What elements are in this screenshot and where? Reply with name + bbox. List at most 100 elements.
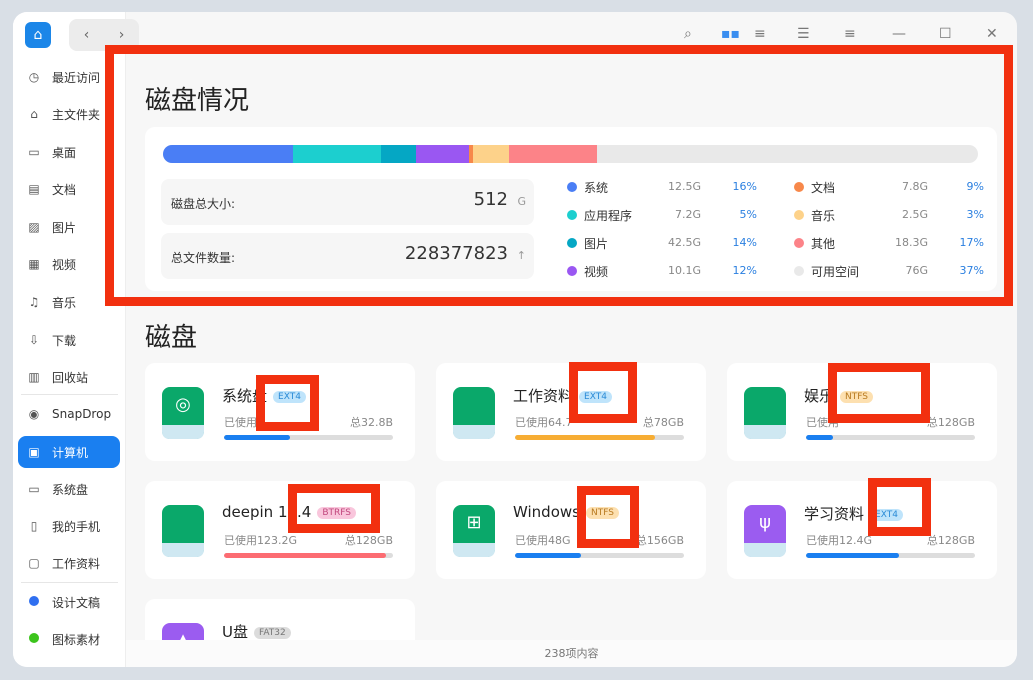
disk-card[interactable]: ψ 学习资料 EXT4 已使用12.4G 总128GB — [727, 481, 997, 579]
disk-total: 总128GB — [344, 534, 393, 547]
sidebar-item[interactable]: ▣ 计算机 — [18, 436, 120, 468]
total-size-box: 磁盘总大小: 512 G — [161, 179, 534, 225]
disk-name: deepin 15.4 — [222, 503, 312, 521]
arrow-up-icon: ↑ — [516, 249, 526, 262]
disk-name: 工作资料 — [513, 387, 574, 405]
total-size-value: 512 — [473, 189, 508, 210]
legend-item: 应用程序 7.2G 5% — [567, 207, 757, 223]
filesystem-badge: BTRFS — [317, 506, 357, 519]
sidebar-item[interactable]: ▯ 我的手机 — [18, 510, 120, 542]
disk-card[interactable]: 娱乐 NTFS 已使用 总128GB — [727, 363, 997, 461]
close-icon[interactable]: ✕ — [986, 26, 998, 42]
usage-segment — [473, 145, 510, 163]
usage-segment — [380, 145, 416, 163]
usage-segment — [293, 145, 381, 163]
search-icon[interactable]: ⌕ — [684, 26, 692, 42]
disk-total: 总156GB — [635, 534, 684, 547]
status-bar: 238项内容 — [126, 640, 1017, 667]
disk-card[interactable]: ⊞ Windows NTFS 已使用48G 总156GB — [436, 481, 706, 579]
sidebar-item[interactable]: ▤ 文档 — [18, 173, 120, 205]
back-button[interactable]: ‹ — [84, 27, 90, 43]
disk-used: 已使用48G — [515, 534, 571, 547]
legend-name: 系统 — [584, 181, 609, 195]
tree-view-icon[interactable]: ☰ — [797, 26, 810, 42]
sidebar-icon: ▢ — [28, 556, 40, 570]
legend-item: 文档 7.8G 9% — [794, 179, 984, 195]
nav-buttons: ‹ › — [69, 19, 139, 51]
disk-card[interactable]: 工作资料 EXT4 已使用64.7 总78GB — [436, 363, 706, 461]
legend-name: 图片 — [584, 237, 609, 251]
disk-card[interactable]: deepin 15.4 BTRFS 已使用123.2G 总128GB — [145, 481, 415, 579]
deepin-logo-icon: ◎ — [162, 387, 204, 439]
icon-view-icon[interactable]: ▪▪ — [721, 26, 740, 42]
legend-size: 76G — [905, 264, 928, 277]
file-count-label: 总文件数量: — [171, 251, 236, 265]
sidebar-item[interactable]: 图标素材 — [18, 623, 120, 655]
windows-logo-icon: ⊞ — [453, 505, 495, 557]
disk-usage-bar — [515, 553, 684, 558]
sidebar-item[interactable]: 设计文稿 — [18, 586, 120, 618]
sidebar-item-label: 系统盘 — [52, 482, 89, 497]
legend-item: 视频 10.1G 12% — [567, 263, 757, 279]
disk-card[interactable]: ◎ 系统盘 EXT4 已使用 总32.8B — [145, 363, 415, 461]
file-count-box: 总文件数量: 228377823 ↑ — [161, 233, 534, 279]
legend-size: 10.1G — [667, 264, 701, 277]
legend-size: 12.5G — [667, 180, 701, 193]
disk-usage-bar — [224, 435, 393, 440]
tag-dot-icon — [26, 632, 42, 646]
sidebar-item-label: 图片 — [52, 220, 77, 235]
legend-item: 图片 42.5G 14% — [567, 235, 757, 251]
filesystem-badge: NTFS — [585, 506, 619, 519]
disk-name: Windows — [513, 503, 580, 521]
legend-percent: 17% — [959, 236, 984, 249]
legend-dot-icon — [567, 210, 577, 220]
sidebar-item-label: 音乐 — [52, 295, 77, 310]
item-count: 238项内容 — [544, 647, 599, 660]
sidebar-item[interactable]: ▢ 工作资料 — [18, 547, 120, 579]
disk-usage-bar — [806, 553, 975, 558]
disk-used: 已使用123.2G — [224, 534, 298, 547]
sidebar-icon: ◷ — [28, 70, 40, 84]
usage-bar — [163, 145, 978, 163]
disk-total: 总32.8B — [349, 416, 393, 429]
sidebar-item[interactable]: ▨ 图片 — [18, 211, 120, 243]
sidebar-item[interactable]: ◷ 最近访问 — [18, 61, 120, 93]
legend-percent: 5% — [739, 208, 757, 221]
sidebar-item-label: 回收站 — [52, 370, 89, 385]
legend-dot-icon — [567, 266, 577, 276]
overview-title: 磁盘情况 — [145, 86, 250, 116]
file-manager-window: ⌂ ◷ 最近访问 ⌂ 主文件夹 ▭ 桌面 ▤ 文档 ▨ 图片 ▦ 视频 ♫ 音乐 ⇩ 下载 ▥ 回收站 ◉ SnapD… — [13, 12, 1017, 667]
legend-dot-icon — [567, 238, 577, 248]
sidebar-item-label: 主文件夹 — [52, 107, 101, 122]
disk-used: 已使用 — [224, 416, 257, 429]
legend-percent: 3% — [966, 208, 984, 221]
disk-usage-bar — [806, 435, 975, 440]
sidebar-item[interactable]: ▭ 系统盘 — [18, 473, 120, 505]
sidebar-item[interactable]: ♫ 音乐 — [18, 286, 120, 318]
sidebar-item-label: 下载 — [52, 333, 77, 348]
maximize-icon[interactable]: ☐ — [939, 26, 952, 42]
sidebar-icon: ♫ — [28, 295, 40, 309]
forward-button[interactable]: › — [119, 27, 125, 43]
sidebar-item[interactable]: ⌂ 主文件夹 — [18, 98, 120, 130]
minimize-icon[interactable]: — — [892, 26, 906, 42]
sidebar-item[interactable]: ▥ 回收站 — [18, 361, 120, 393]
sidebar-item-label: 设计文稿 — [52, 595, 101, 610]
sidebar-item[interactable]: ⇩ 下载 — [18, 324, 120, 356]
legend-name: 其他 — [811, 237, 836, 251]
disk-total: 总128GB — [926, 416, 975, 429]
sidebar-item[interactable]: ◉ SnapDrop — [18, 398, 120, 430]
total-size-label: 磁盘总大小: — [171, 197, 236, 211]
drive-icon — [162, 505, 204, 557]
legend-percent: 16% — [732, 180, 757, 193]
list-view-icon[interactable]: ≡ — [754, 26, 766, 42]
sidebar-icon: ▥ — [28, 370, 40, 384]
menu-icon[interactable]: ≡ — [844, 26, 856, 42]
legend-item: 音乐 2.5G 3% — [794, 207, 984, 223]
sidebar-item[interactable]: ▭ 桌面 — [18, 136, 120, 168]
legend-size: 18.3G — [894, 236, 928, 249]
legend-name: 应用程序 — [584, 209, 633, 223]
legend-item: 其他 18.3G 17% — [794, 235, 984, 251]
sidebar-icon: ⌂ — [30, 107, 38, 121]
sidebar-item[interactable]: ▦ 视频 — [18, 248, 120, 280]
